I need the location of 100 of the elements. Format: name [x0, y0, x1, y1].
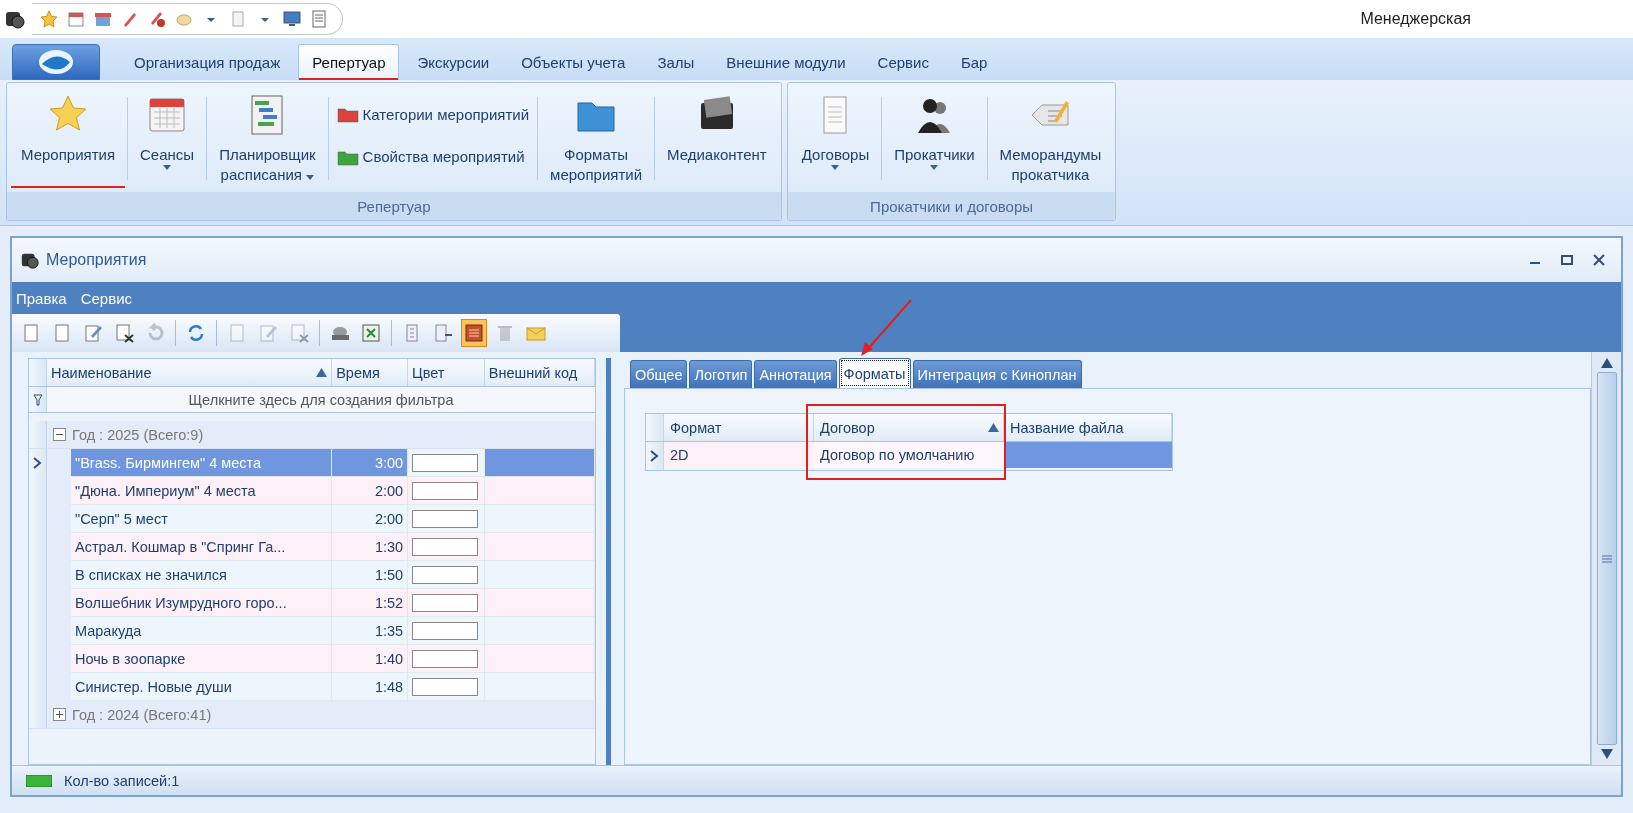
delete-document-icon	[289, 323, 309, 343]
ribbon-tab[interactable]: Экскурсии	[403, 44, 504, 80]
column-header[interactable]: Время	[332, 359, 408, 386]
table-cell: 1:50	[332, 561, 409, 589]
ribbon-button[interactable]: Прокатчики	[882, 87, 987, 192]
table-row[interactable]: "Дюна. Империум" 4 места 2:00	[29, 477, 595, 505]
ribbon-tab[interactable]: Залы	[643, 44, 709, 80]
table-cell: "Серп" 5 мест	[71, 505, 333, 533]
column-header[interactable]: Формат	[664, 414, 814, 441]
ribbon-button[interactable]: Медиаконтент	[655, 87, 779, 192]
ribbon-button[interactable]: Меморандумы прокатчика	[987, 87, 1114, 192]
current-row-icon	[650, 450, 659, 462]
orb-icon	[36, 48, 76, 76]
scrollbar[interactable]	[1591, 352, 1621, 765]
table-cell: 3:00	[332, 449, 409, 477]
table-cell: "Дюна. Империум" 4 места	[71, 477, 333, 505]
undo-icon	[145, 323, 165, 343]
table-cell: В списках не значился	[71, 561, 333, 589]
table-cell: 2D	[664, 442, 814, 468]
close-icon[interactable]	[1593, 254, 1605, 266]
table-cell: Договор по умолчанию	[814, 442, 1004, 468]
sort-ascending-icon	[316, 368, 328, 377]
caret-icon	[306, 175, 315, 180]
table-cell: Синистер. Новые души	[71, 673, 333, 701]
pencil-icon[interactable]	[121, 10, 139, 28]
tab[interactable]: Общее	[630, 360, 688, 388]
table-row[interactable]: Ночь в зоопарке 1:40	[29, 645, 595, 673]
tab[interactable]: Аннотация	[754, 360, 837, 388]
edit-document-icon	[258, 323, 278, 343]
ribbon-tab[interactable]: Внешние модули	[712, 44, 860, 80]
filter-icon	[32, 393, 43, 406]
group-caption: Прокатчики и договоры	[787, 192, 1116, 220]
folder-icon	[336, 105, 359, 124]
header-corner	[646, 414, 664, 441]
document-icon	[21, 323, 41, 343]
ribbon-button[interactable]: Сеансы	[128, 87, 207, 192]
table-row[interactable]: Волшебник Изумрудного горо... 1:52	[29, 589, 595, 617]
pencil-delete-icon[interactable]	[148, 10, 166, 28]
group-caption: Репертуар	[7, 192, 781, 220]
ribbon-button[interactable]: Договоры	[789, 87, 882, 192]
column-header[interactable]: Внешний код	[484, 359, 595, 386]
table-row[interactable]: Маракуда 1:35	[29, 617, 595, 645]
ribbon-tab[interactable]: Объекты учета	[507, 44, 640, 80]
star-icon[interactable]	[40, 10, 58, 28]
table-cell: 1:30	[332, 533, 409, 561]
trash-icon	[495, 323, 515, 343]
column-header[interactable]: Наименование	[47, 359, 333, 386]
column-header[interactable]: Цвет	[407, 359, 485, 386]
ribbon-button[interactable]: Категории мероприятий	[334, 103, 532, 126]
document-icon	[227, 323, 247, 343]
table-cell: Ночь в зоопарке	[71, 645, 333, 673]
ribbon-button[interactable]: Форматы мероприятий	[538, 87, 655, 192]
row-indicator	[29, 421, 47, 448]
table-cell: 1:52	[332, 589, 409, 617]
table-row[interactable]: Астрал. Кошмар в "Спринг Га... 1:30	[29, 533, 595, 561]
collapse-icon[interactable]	[53, 428, 66, 441]
status-indicator-icon	[26, 774, 52, 787]
table-row[interactable]: Синистер. Новые души 1:48	[29, 673, 595, 701]
table-row[interactable]: В списках не значился 1:50	[29, 561, 595, 589]
import-icon	[433, 323, 453, 343]
table-cell: Астрал. Кошмар в "Спринг Га...	[71, 533, 333, 561]
current-row-icon	[33, 457, 42, 469]
tab[interactable]: Интеграция с Киноплан	[912, 360, 1082, 388]
table-cell: 1:40	[332, 645, 409, 673]
delete-document-icon	[114, 323, 134, 343]
application-button[interactable]	[12, 44, 100, 80]
expand-icon[interactable]	[53, 708, 66, 721]
scroll-down-icon[interactable]	[1600, 749, 1613, 759]
table-row[interactable]: 2D Договор по умолчанию	[646, 442, 1172, 470]
menu-item[interactable]: Правка	[16, 289, 67, 307]
edit-document-icon	[83, 323, 103, 343]
table-cell: 1:35	[332, 617, 409, 645]
table-cell: 1:48	[332, 673, 409, 701]
ribbon-tab[interactable]: Организация продаж	[120, 44, 295, 80]
tab[interactable]: Логотип	[689, 360, 753, 388]
calendar-icon[interactable]	[67, 10, 85, 28]
ribbon-button[interactable]: Мероприятия	[9, 87, 128, 192]
scroll-up-icon[interactable]	[1600, 358, 1613, 368]
ribbon-tab[interactable]: Бар	[946, 44, 1002, 80]
table-cell: "Brass. Бирмингем" 4 места	[71, 449, 333, 477]
app-title: Менеджерская	[1360, 10, 1471, 28]
table-row[interactable]: "Серп" 5 мест 2:00	[29, 505, 595, 533]
caret-icon	[163, 165, 172, 170]
list-icon[interactable]	[310, 10, 328, 28]
tab[interactable]: Форматы	[838, 358, 911, 388]
table-cell: 2:00	[332, 477, 409, 505]
window-title: Мероприятия	[46, 251, 148, 269]
ribbon-tab[interactable]: Сервис	[863, 44, 943, 80]
row-indicator	[29, 701, 47, 728]
document-icon	[52, 323, 72, 343]
ribbon-button[interactable]: Свойства мероприятий	[334, 145, 532, 168]
column-header[interactable]: Название файла	[1004, 414, 1172, 441]
caret-icon	[930, 165, 939, 170]
maximize-icon[interactable]	[1561, 254, 1573, 266]
monitor-icon[interactable]	[283, 10, 301, 28]
ribbon-button[interactable]: Планировщик расписания	[207, 87, 328, 192]
menu-item[interactable]: Сервис	[80, 289, 133, 307]
ribbon-tab[interactable]: Репертуар	[298, 44, 400, 80]
refresh-icon	[186, 323, 206, 343]
column-header[interactable]: Договор	[814, 414, 1004, 441]
